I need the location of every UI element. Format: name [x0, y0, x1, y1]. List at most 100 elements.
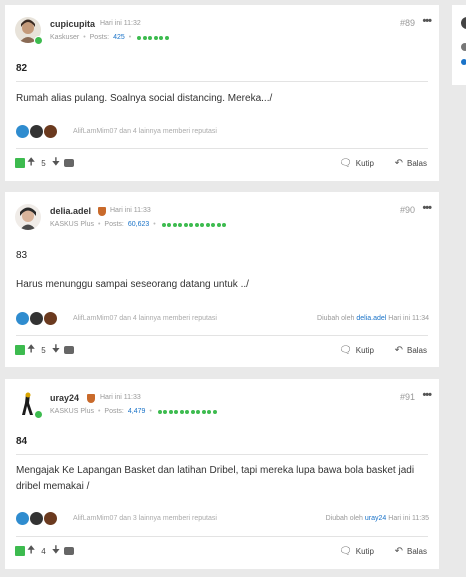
reputation-givers[interactable]: [15, 511, 58, 526]
arrow-up-icon[interactable]: 🠉: [27, 543, 35, 560]
username[interactable]: uray24: [50, 393, 79, 403]
reputation-bar: [161, 222, 227, 227]
username[interactable]: cupicupita: [50, 19, 95, 29]
more-options-icon[interactable]: •••: [422, 15, 432, 27]
reply-button[interactable]: ↶ Balas: [395, 546, 427, 557]
reputation-avatar[interactable]: [43, 511, 58, 526]
reputation-bar: [137, 35, 169, 40]
reputation-bar: [157, 409, 217, 414]
post-content: Mengajak Ke Lapangan Basket dan latihan …: [16, 465, 415, 492]
editor-link[interactable]: uray24: [365, 515, 386, 522]
posts-count: 4,479: [127, 408, 146, 415]
reputation-text: AlifLamMim07 dan 4 lainnya memberi reput…: [73, 128, 217, 135]
link-indicator[interactable]: [461, 59, 466, 65]
more-options-icon[interactable]: •••: [422, 389, 432, 401]
editor-link[interactable]: delia.adel: [356, 315, 386, 322]
reply-label: Balas: [406, 546, 427, 556]
edit-time: Hari ini 11:34: [388, 315, 429, 322]
cendol-icon[interactable]: [15, 546, 25, 556]
vote-count: 5: [41, 345, 46, 355]
reply-button[interactable]: ↶ Balas: [395, 345, 427, 356]
quote-button[interactable]: 🗨 Kutip: [339, 546, 374, 557]
cendol-icon[interactable]: [15, 158, 25, 168]
online-status-indicator: [34, 36, 43, 45]
quote-button[interactable]: 🗨 Kutip: [339, 345, 374, 356]
arrow-down-icon[interactable]: 🠋: [52, 342, 60, 359]
post-card: uray24 Hari ini 11:33 KASKUS Plus • Post…: [5, 379, 439, 569]
reputation-avatar[interactable]: [15, 124, 30, 139]
post-header: delia.adel Hari ini 11:33 KASKUS Plus • …: [5, 192, 439, 240]
post-number[interactable]: #90: [400, 205, 415, 215]
kaskus-plus-badge-icon: [98, 207, 106, 216]
post-number[interactable]: #89: [400, 18, 415, 28]
post-actions: 🠉 5 🠋 🗨 Kutip ↶ Balas: [15, 342, 429, 358]
post-card: delia.adel Hari ini 11:33 KASKUS Plus • …: [5, 192, 439, 367]
avatar[interactable]: [461, 43, 466, 51]
posts-label: Posts:: [89, 34, 110, 41]
online-status-indicator: [34, 410, 43, 419]
vote-count: 5: [41, 158, 46, 168]
posts-label: Posts:: [104, 408, 124, 415]
sidebar-card: [452, 5, 466, 85]
avatar[interactable]: [15, 204, 41, 230]
post-time: Hari ini 11:33: [100, 394, 141, 401]
reputation-avatar[interactable]: [15, 511, 30, 526]
reputation-text: AlifLamMim07 dan 4 lainnya memberi reput…: [73, 315, 217, 322]
more-options-icon[interactable]: •••: [422, 202, 432, 214]
cendol-icon[interactable]: [15, 345, 25, 355]
reputation-avatar[interactable]: [15, 311, 30, 326]
post-content: Rumah alias pulang. Soalnya social dista…: [16, 93, 273, 104]
reply-icon: ↶: [394, 157, 403, 169]
reputation-avatar[interactable]: [29, 311, 44, 326]
share-icon[interactable]: [64, 159, 75, 167]
quote-icon: 🗨: [339, 344, 352, 356]
divider: [16, 81, 428, 82]
reply-label: Balas: [406, 158, 427, 168]
post-header: uray24 Hari ini 11:33 KASKUS Plus • Post…: [5, 379, 439, 427]
kaskus-plus-badge-icon: [87, 394, 95, 403]
arrow-up-icon[interactable]: 🠉: [27, 155, 35, 172]
reputation-text: AlifLamMim07 dan 3 lainnya memberi reput…: [73, 515, 217, 522]
post-time: Hari ini 11:33: [110, 207, 151, 214]
post-content: Harus menunggu sampai seseorang datang u…: [16, 279, 249, 290]
vote-count: 4: [41, 546, 46, 556]
divider: [16, 454, 428, 455]
reputation-avatar[interactable]: [29, 124, 44, 139]
edit-prefix: Diubah oleh: [325, 515, 363, 522]
posts-label: Posts:: [104, 221, 124, 228]
arrow-up-icon[interactable]: 🠉: [27, 342, 35, 359]
reputation-givers[interactable]: [15, 311, 58, 326]
quote-icon: 🗨: [339, 157, 352, 169]
reply-button[interactable]: ↶ Balas: [395, 158, 427, 169]
post-number[interactable]: #91: [400, 392, 415, 402]
user-rank: KASKUS Plus: [50, 221, 94, 228]
arrow-down-icon[interactable]: 🠋: [52, 155, 60, 172]
edit-time: Hari ini 11:35: [388, 515, 429, 522]
post-number-line: 82: [16, 63, 28, 74]
divider: [16, 536, 428, 537]
quote-icon: 🗨: [339, 545, 352, 557]
quote-label: Kutip: [355, 345, 374, 355]
post-actions: 🠉 4 🠋 🗨 Kutip ↶ Balas: [15, 543, 429, 559]
username[interactable]: delia.adel: [50, 206, 91, 216]
post-card: cupicupita Hari ini 11:32 Kaskuser • Pos…: [5, 5, 439, 181]
share-icon[interactable]: [64, 346, 75, 354]
edit-prefix: Diubah oleh: [317, 315, 355, 322]
share-icon[interactable]: [64, 547, 75, 555]
reply-icon: ↶: [394, 545, 403, 557]
reputation-givers[interactable]: [15, 124, 58, 139]
edit-note: Diubah oleh delia.adel Hari ini 11:34: [317, 315, 429, 322]
post-actions: 🠉 5 🠋 🗨 Kutip ↶ Balas: [15, 155, 429, 171]
divider: [16, 335, 428, 336]
arrow-down-icon[interactable]: 🠋: [52, 543, 60, 560]
user-meta: KASKUS Plus • Posts: 60,623 •: [50, 221, 227, 228]
avatar[interactable]: [461, 17, 466, 29]
reputation-avatar[interactable]: [29, 511, 44, 526]
reputation-avatar[interactable]: [43, 311, 58, 326]
reputation-avatar[interactable]: [43, 124, 58, 139]
user-meta: Kaskuser • Posts: 425 •: [50, 34, 169, 41]
user-rank: Kaskuser: [50, 34, 80, 41]
quote-label: Kutip: [355, 158, 374, 168]
post-time: Hari ini 11:32: [100, 20, 141, 27]
quote-button[interactable]: 🗨 Kutip: [339, 158, 374, 169]
